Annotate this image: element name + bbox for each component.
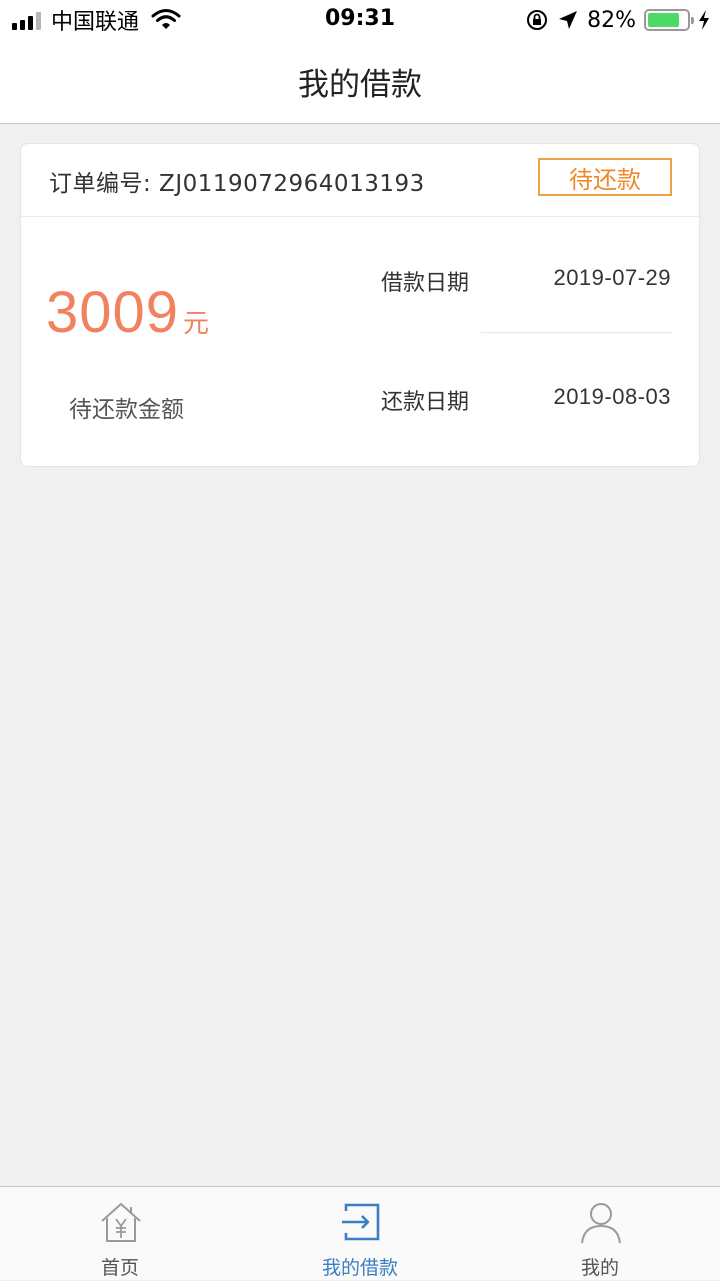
status-badge[interactable]: 待还款 xyxy=(538,158,672,196)
nav-bar: 我的借款 xyxy=(0,40,720,124)
repay-date-label: 还款日期 xyxy=(381,390,470,415)
user-icon xyxy=(581,1203,621,1244)
tab-me-label: 我的 xyxy=(580,1257,619,1279)
amount-label: 待还款金额 xyxy=(69,397,184,423)
battery-icon xyxy=(644,9,694,31)
loan-card-header: 订单编号: ZJ0119072964013193 待还款 xyxy=(21,144,699,217)
tab-home[interactable]: 首页 xyxy=(0,1187,240,1281)
charging-bolt-icon xyxy=(699,10,709,30)
repay-date-value: 2019-08-03 xyxy=(553,384,671,409)
tab-my-loans-label: 我的借款 xyxy=(321,1257,398,1279)
battery-percent: 82% xyxy=(587,7,636,33)
tab-bar: 首页 我的借款 我的 xyxy=(0,1186,720,1280)
home-icon xyxy=(101,1203,141,1242)
page-title: 我的借款 xyxy=(298,67,422,103)
loan-date-value: 2019-07-29 xyxy=(553,265,671,290)
status-bar: 中国联通 09:31 82% xyxy=(0,0,720,40)
location-arrow-icon xyxy=(559,11,578,29)
tab-my-loans[interactable]: 我的借款 xyxy=(240,1187,480,1281)
date-divider xyxy=(481,332,673,333)
amount-value: 3009 xyxy=(46,280,180,345)
order-number: 订单编号: ZJ0119072964013193 xyxy=(49,171,425,197)
amount-unit: 元 xyxy=(183,309,210,339)
status-right: 82% xyxy=(525,6,710,34)
loan-amount: 3009 元 xyxy=(46,279,209,346)
tab-home-label: 首页 xyxy=(100,1257,139,1279)
loan-icon xyxy=(342,1203,380,1241)
loan-date-label: 借款日期 xyxy=(381,271,470,296)
loan-card[interactable]: 订单编号: ZJ0119072964013193 待还款 3009 元 待还款金额… xyxy=(20,143,700,467)
rotation-lock-icon xyxy=(527,10,548,30)
tab-me[interactable]: 我的 xyxy=(480,1187,720,1281)
